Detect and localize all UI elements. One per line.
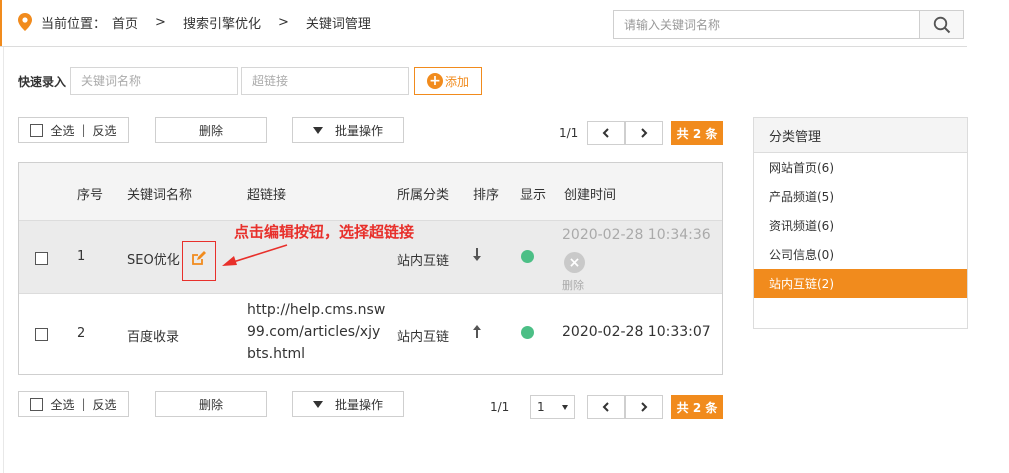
row-category: 站内互链 <box>397 254 450 269</box>
page-indicator: 1/1 <box>559 126 579 140</box>
select-all-checkbox[interactable] <box>30 397 44 411</box>
row-checkbox[interactable] <box>35 252 48 265</box>
close-circle-icon[interactable]: × <box>564 252 585 273</box>
annotation-arrow-icon <box>222 244 288 266</box>
page-indicator: 1/1 <box>490 400 510 414</box>
plus-circle-icon: + <box>427 73 443 89</box>
select-all-checkbox[interactable] <box>30 123 44 137</box>
invert-selection-link[interactable]: 反选 <box>93 122 117 139</box>
breadcrumb-current: 关键词管理 <box>305 16 371 32</box>
prev-page-button[interactable] <box>587 395 625 419</box>
search-icon <box>933 16 950 33</box>
toolbar-divider: | <box>81 123 86 137</box>
hyperlink-input[interactable] <box>241 67 410 95</box>
add-button[interactable]: + 添加 <box>414 67 483 95</box>
keyword-search <box>613 10 964 39</box>
caret-down-icon <box>312 400 323 408</box>
category-item-company[interactable]: 公司信息(0) <box>754 240 967 269</box>
breadcrumb-seo[interactable]: 搜索引擎优化 <box>183 13 261 32</box>
row-hyperlink-line[interactable]: bts.html <box>247 346 305 362</box>
show-status-dot[interactable] <box>521 250 534 263</box>
next-page-button[interactable] <box>625 121 663 145</box>
col-hyperlink: 超链接 <box>247 188 287 203</box>
col-show: 显示 <box>520 188 547 203</box>
chevron-right-icon <box>641 128 648 138</box>
batch-operation-button[interactable]: 批量操作 <box>292 117 404 143</box>
keyword-management-page: 当前位置： 首页 > 搜索引擎优化 > 关键词管理 快速录入 + 添加 全选 |… <box>0 0 1009 473</box>
row-checkbox[interactable] <box>35 328 48 341</box>
keyword-table: 序号 关键词名称 超链接 所属分类 排序 显示 创建时间 1 SEO优化 点击编… <box>18 162 723 375</box>
caret-down-icon <box>312 126 323 134</box>
toolbar-divider: | <box>81 397 86 411</box>
arrow-down-icon[interactable] <box>472 248 482 262</box>
arrow-up-icon[interactable] <box>472 324 482 338</box>
select-all-group: 全选 | 反选 <box>18 117 129 143</box>
row-keyword-name: SEO优化 <box>127 253 180 268</box>
search-button[interactable] <box>919 11 963 38</box>
edit-icon[interactable] <box>191 251 206 266</box>
page-select-value: 1 <box>537 400 545 414</box>
add-button-label: 添加 <box>445 74 470 89</box>
next-page-button[interactable] <box>625 395 663 419</box>
category-item-products[interactable]: 产品频道(5) <box>754 182 967 211</box>
batch-operation-button[interactable]: 批量操作 <box>292 391 404 417</box>
table-row: 1 SEO优化 点击编辑按钮，选择超链接 站内互链 2020-02-28 10:… <box>19 221 722 294</box>
page-select[interactable]: 1 <box>530 395 575 419</box>
location-pin-icon <box>18 13 32 31</box>
row-category: 站内互链 <box>397 330 450 345</box>
total-count-badge: 共 2 条 <box>671 395 723 419</box>
col-category: 所属分类 <box>397 188 450 203</box>
col-keyword-name: 关键词名称 <box>127 188 193 203</box>
category-management-panel: 分类管理 网站首页(6) 产品频道(5) 资讯频道(6) 公司信息(0) 站内互… <box>753 117 968 329</box>
breadcrumb-home[interactable]: 首页 <box>112 13 138 32</box>
show-status-dot[interactable] <box>521 326 534 339</box>
row-hyperlink-line[interactable]: http://help.cms.nsw <box>247 302 385 318</box>
left-accent-bar <box>0 0 2 47</box>
select-all-link[interactable]: 全选 <box>50 122 74 139</box>
row-seq: 1 <box>77 249 86 264</box>
row-created-time: 2020-02-28 10:34:36 <box>562 227 711 243</box>
col-created-time: 创建时间 <box>564 188 617 203</box>
category-item-home[interactable]: 网站首页(6) <box>754 153 967 182</box>
left-border <box>3 47 4 473</box>
search-input[interactable] <box>614 11 919 38</box>
col-seq: 序号 <box>77 188 104 203</box>
breadcrumb-separator: > <box>155 14 166 30</box>
quick-entry-label: 快速录入 <box>18 74 67 89</box>
row-keyword-name: 百度收录 <box>127 330 180 345</box>
row-delete-label[interactable]: 删除 <box>562 277 584 293</box>
breadcrumb: 当前位置： 首页 > 搜索引擎优化 > 关键词管理 <box>18 12 371 32</box>
total-count-badge: 共 2 条 <box>671 121 723 145</box>
header-divider <box>0 46 967 47</box>
prev-page-button[interactable] <box>587 121 625 145</box>
table-header: 序号 关键词名称 超链接 所属分类 排序 显示 创建时间 <box>19 163 722 221</box>
annotation-text: 点击编辑按钮，选择超链接 <box>234 223 415 241</box>
delete-button[interactable]: 删除 <box>155 391 267 417</box>
row-hyperlink-line[interactable]: 99.com/articles/xjy <box>247 324 380 340</box>
breadcrumb-label: 当前位置： <box>41 16 107 32</box>
breadcrumb-separator: > <box>277 14 289 30</box>
category-item-internal-links[interactable]: 站内互链(2) <box>754 269 967 298</box>
caret-down-icon <box>562 404 568 410</box>
batch-operation-label: 批量操作 <box>334 397 383 412</box>
panel-title: 分类管理 <box>754 118 967 153</box>
select-all-group-bottom: 全选 | 反选 <box>18 391 129 417</box>
chevron-left-icon <box>602 128 609 138</box>
delete-button[interactable]: 删除 <box>155 117 267 143</box>
quick-entry-form: 快速录入 + 添加 <box>18 67 483 95</box>
chevron-left-icon <box>602 402 609 412</box>
invert-selection-link[interactable]: 反选 <box>93 396 117 413</box>
row-created-time: 2020-02-28 10:33:07 <box>562 324 711 340</box>
table-row: 2 百度收录 http://help.cms.nsw 99.com/articl… <box>19 294 722 374</box>
select-all-link[interactable]: 全选 <box>50 396 74 413</box>
category-item-news[interactable]: 资讯频道(6) <box>754 211 967 240</box>
row-seq: 2 <box>77 326 86 341</box>
keyword-name-input[interactable] <box>70 67 239 95</box>
col-sort: 排序 <box>473 188 500 203</box>
chevron-right-icon <box>641 402 648 412</box>
batch-operation-label: 批量操作 <box>334 123 383 138</box>
